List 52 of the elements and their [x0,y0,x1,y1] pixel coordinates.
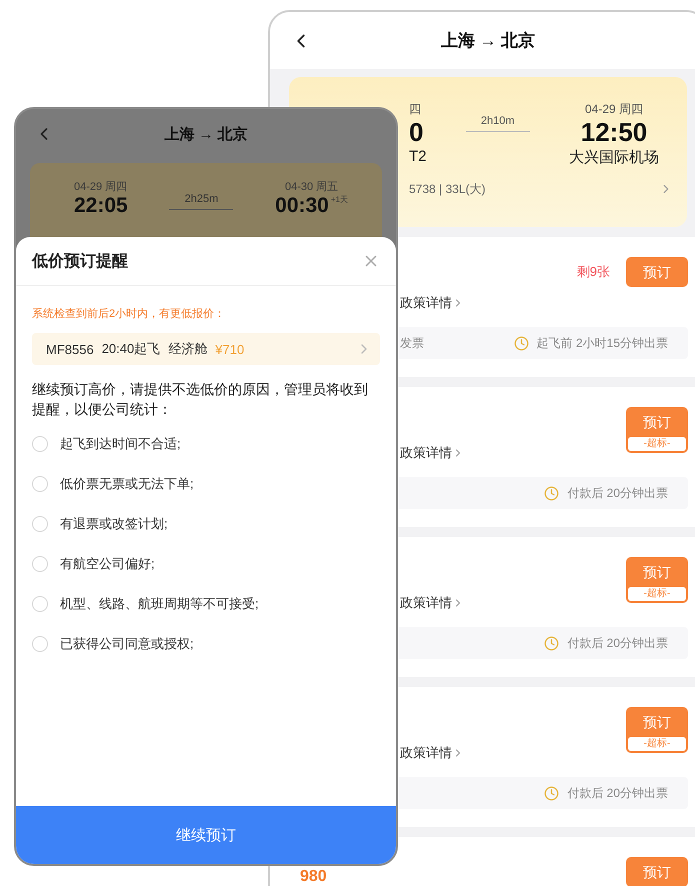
arrival-date: 04-30 周五 [284,180,338,194]
fare-price: 980 [300,868,327,885]
arrival-airport: 大兴国际机场 [568,148,659,167]
flight-number: MF8556 [46,342,94,356]
departure-date: 04-29 周四 [74,180,128,194]
ticketing-time: 付款后 20分钟出票 [567,484,668,502]
radio-button[interactable] [32,436,48,452]
prompt-text: 继续预订高价，请提供不选低价的原因，管理员将收到提醒，以便公司统计： [32,380,369,420]
clock-icon [544,636,560,650]
ticketing-time: 起飞前 2小时15分钟出票 [536,334,668,352]
ticketing-time: 付款后 20分钟出票 [567,784,668,802]
reason-label[interactable]: 起飞到达时间不合适; [60,434,181,453]
arrival-time: 12:50 [580,118,648,148]
dialog-title: 低价预订提醒 [32,252,128,272]
notice-text: 系统检查到前后2小时内，有更低报价： [32,306,226,321]
page-title: 上海 → 北京 [164,124,248,144]
seats-remaining: 剩9张 [576,263,610,281]
flight-info: 5738 | 33L(大) [409,180,486,198]
invoice-note: 发票 [400,334,424,352]
departure-date: 四 [409,101,421,118]
next-day-mark: +1天 [330,194,348,205]
radio-button[interactable] [32,636,48,652]
radio-button[interactable] [32,516,48,532]
lower-fare-row[interactable]: MF8556 20:40起飞 经济舱 ¥710 [32,333,380,365]
departure-time: 0 [409,118,424,148]
reason-label[interactable]: 机型、线路、航班周期等不可接受; [60,594,259,613]
departure-airport: T2 [409,148,427,165]
policy-link[interactable]: 政策详情 [400,594,464,612]
flight-duration: 2h10m [480,115,515,127]
continue-button[interactable]: 继续预订 [16,806,396,864]
ticketing-time: 付款后 20分钟出票 [567,634,668,652]
clock-icon [514,336,529,350]
departure-time: 20:40起飞 [102,340,160,358]
cabin-class: 经济舱 [168,340,208,358]
policy-link[interactable]: 政策详情 [400,744,464,762]
reason-label[interactable]: 有退票或改签计划; [60,514,168,533]
flight-duration: 2h25m [184,193,218,205]
arrival-time: 00:30 [275,194,329,218]
radio-button[interactable] [32,596,48,612]
clock-icon [544,486,560,500]
radio-button[interactable] [32,556,48,572]
fare-price: ¥710 [215,342,244,356]
radio-button[interactable] [32,476,48,492]
arrival-date: 04-29 周四 [584,101,643,118]
clock-icon [544,786,560,800]
departure-time: 22:05 [74,194,128,218]
reason-label[interactable]: 有航空公司偏好; [60,554,155,573]
page-title: 上海 → 北京 [440,30,536,52]
policy-link[interactable]: 政策详情 [400,444,464,462]
reason-label[interactable]: 已获得公司同意或授权; [60,634,194,653]
policy-link[interactable]: 政策详情 [400,294,464,312]
reason-label[interactable]: 低价票无票或无法下单; [60,474,194,493]
